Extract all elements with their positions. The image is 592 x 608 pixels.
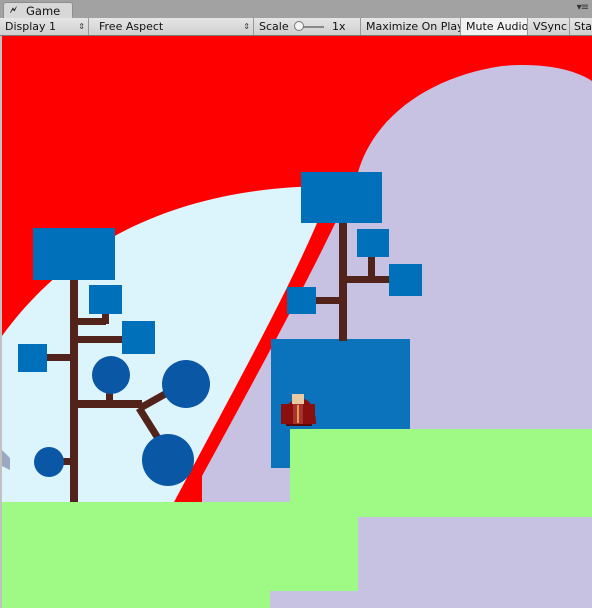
game-tab[interactable]: 🗲 Game — [3, 2, 73, 18]
scale-label: Scale — [259, 20, 289, 33]
game-view-toolbar: Display 1 ⇕ Free Aspect ⇕ Scale 1x Maxim… — [0, 18, 592, 36]
game-scene — [2, 36, 592, 608]
stats-toggle[interactable]: Sta — [570, 18, 592, 35]
scale-control: Scale 1x — [254, 18, 361, 35]
game-tab-label: Game — [26, 4, 61, 18]
lavender-bottom-strip — [270, 591, 360, 608]
blue-building-pillar — [271, 429, 290, 468]
window-tab-strip: 🗲 Game ▾≡ — [0, 0, 592, 19]
vsync-toggle[interactable]: VSync — [528, 18, 570, 35]
panel-menu-icon[interactable]: ▾≡ — [577, 2, 589, 13]
maximize-on-play-toggle[interactable]: Maximize On Play — [361, 18, 461, 35]
stats-label: Sta — [574, 20, 592, 33]
aspect-dropdown-label: Free Aspect — [99, 20, 164, 33]
lavender-lower-block — [358, 517, 592, 608]
game-viewport[interactable] — [2, 36, 592, 608]
vsync-label: VSync — [533, 20, 568, 33]
scale-value: 1x — [332, 20, 346, 33]
aspect-dropdown[interactable]: Free Aspect ⇕ — [94, 18, 254, 35]
display-dropdown[interactable]: Display 1 ⇕ — [0, 18, 89, 35]
unity-game-icon: 🗲 — [10, 5, 17, 16]
ground-raised-platform — [290, 429, 592, 517]
mute-audio-toggle[interactable]: Mute Audio — [461, 18, 528, 35]
chevron-updown-icon: ⇕ — [243, 22, 250, 31]
display-dropdown-label: Display 1 — [5, 20, 57, 33]
mute-audio-label: Mute Audio — [466, 20, 528, 33]
scale-slider-handle[interactable] — [294, 21, 304, 31]
maximize-on-play-label: Maximize On Play — [366, 20, 461, 33]
chevron-updown-icon: ⇕ — [78, 22, 85, 31]
